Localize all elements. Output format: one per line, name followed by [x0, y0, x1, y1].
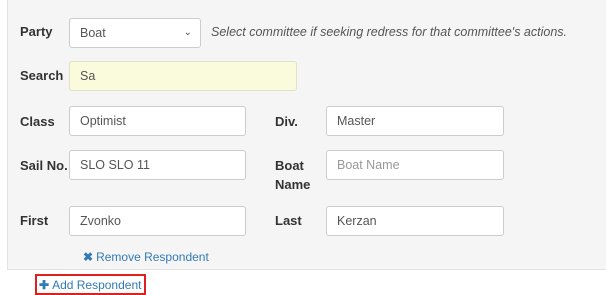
search-input[interactable]: [69, 61, 297, 91]
add-respondent-label: Add Respondent: [52, 278, 142, 292]
remove-icon: ✖: [83, 250, 94, 264]
first-name-input[interactable]: [69, 206, 246, 236]
sail-no-label: Sail No.: [20, 158, 68, 173]
boat-name-label-line1: Boat: [275, 158, 304, 173]
remove-respondent-link[interactable]: ✖ Remove Respondent: [83, 249, 209, 265]
div-label: Div.: [275, 114, 298, 129]
respondent-panel: Party Boat ⌄ Select committee if seeking…: [7, 0, 606, 270]
chevron-down-icon: ⌄: [183, 27, 192, 38]
party-select[interactable]: Boat ⌄: [69, 18, 201, 48]
last-label: Last: [275, 213, 302, 228]
last-name-input[interactable]: [326, 206, 504, 236]
party-hint: Select committee if seeking redress for …: [211, 25, 567, 39]
plus-icon: ✚: [39, 278, 50, 292]
boat-name-input[interactable]: [326, 150, 504, 180]
search-label: Search: [20, 68, 64, 83]
sail-no-input[interactable]: [69, 150, 246, 180]
class-input[interactable]: [69, 106, 246, 136]
remove-respondent-label: Remove Respondent: [96, 250, 209, 264]
add-respondent-link[interactable]: ✚ Add Respondent: [39, 277, 141, 293]
first-label: First: [20, 213, 49, 228]
respondent-form-page: Party Boat ⌄ Select committee if seeking…: [0, 0, 606, 295]
div-input[interactable]: [326, 106, 504, 136]
boat-name-label-line2: Name: [275, 177, 311, 192]
class-label: Class: [20, 114, 55, 129]
party-label: Party: [20, 24, 53, 39]
party-selected-value: Boat: [80, 26, 106, 40]
